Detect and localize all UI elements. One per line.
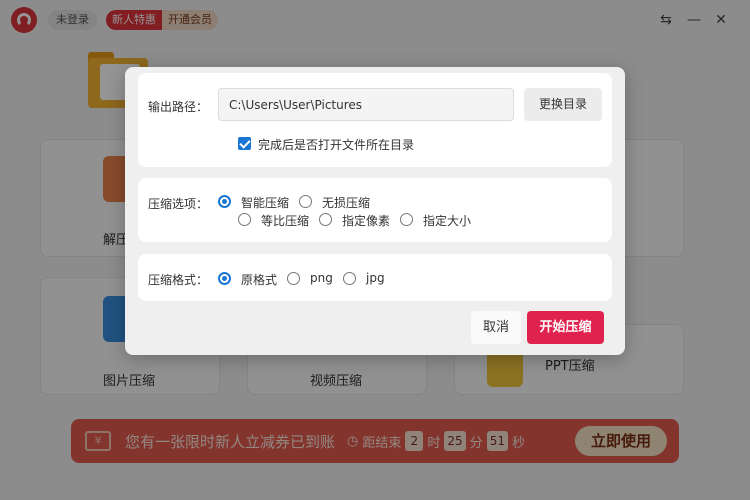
specify-pixels-label: 指定像素 [342, 214, 391, 228]
radio-specify-pixels[interactable] [319, 213, 332, 226]
compress-format-label: 压缩格式： [148, 273, 209, 287]
output-path-input[interactable] [218, 88, 514, 121]
open-after-label: 完成后是否打开文件所在目录 [258, 138, 415, 152]
radio-lossless-compress[interactable] [299, 195, 312, 208]
radio-specify-size[interactable] [400, 213, 413, 226]
compress-settings-dialog: 输出路径： 更换目录 完成后是否打开文件所在目录 压缩选项： 智能压缩 无损压缩… [125, 67, 625, 355]
compress-format-section: 压缩格式： 原格式 png jpg [138, 254, 612, 301]
radio-smart-compress[interactable] [218, 195, 231, 208]
png-label: png [310, 271, 333, 285]
specify-size-label: 指定大小 [423, 214, 472, 228]
start-compress-button[interactable]: 开始压缩 [527, 311, 604, 344]
radio-proportional-compress[interactable] [238, 213, 251, 226]
jpg-label: jpg [366, 271, 385, 285]
change-directory-button[interactable]: 更换目录 [524, 88, 602, 121]
smart-compress-label: 智能压缩 [241, 196, 290, 210]
cancel-button[interactable]: 取消 [471, 311, 521, 344]
compress-options-section: 压缩选项： 智能压缩 无损压缩 等比压缩 指定像素 指定大小 [138, 178, 612, 242]
radio-png[interactable] [287, 272, 300, 285]
radio-original-format[interactable] [218, 272, 231, 285]
original-format-label: 原格式 [241, 273, 278, 287]
compress-options-label: 压缩选项： [148, 197, 209, 211]
output-path-label: 输出路径： [148, 100, 209, 114]
output-path-section: 输出路径： 更换目录 完成后是否打开文件所在目录 [138, 73, 612, 167]
radio-jpg[interactable] [343, 272, 356, 285]
proportional-compress-label: 等比压缩 [261, 214, 310, 228]
open-after-checkbox[interactable] [238, 137, 251, 150]
lossless-compress-label: 无损压缩 [322, 196, 371, 210]
